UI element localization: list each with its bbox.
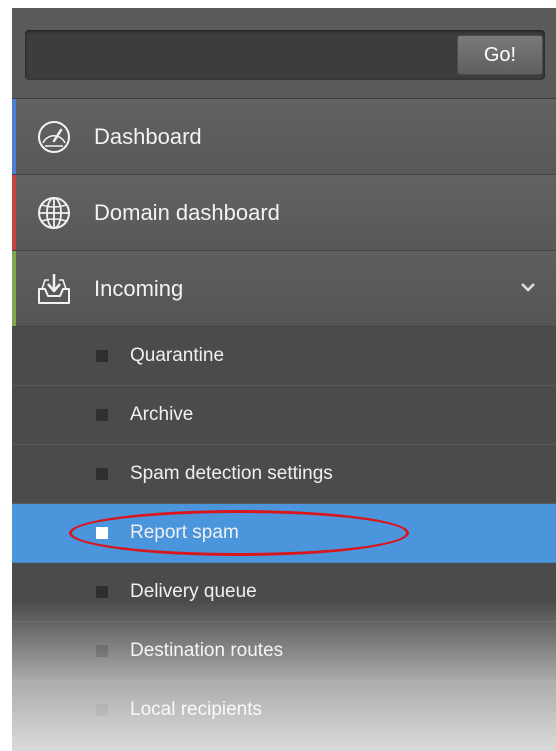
submenu-item-quarantine[interactable]: Quarantine bbox=[12, 327, 556, 386]
submenu-item-destination-routes[interactable]: Destination routes bbox=[12, 622, 556, 681]
menu-item-label: Dashboard bbox=[94, 123, 202, 149]
bullet-icon bbox=[96, 527, 108, 539]
submenu-item-label: Report spam bbox=[130, 522, 239, 543]
incoming-submenu: Quarantine Archive Spam detection settin… bbox=[12, 327, 556, 740]
submenu-item-spam-detection-settings[interactable]: Spam detection settings bbox=[12, 445, 556, 504]
bullet-icon bbox=[96, 350, 108, 362]
submenu-item-local-recipients[interactable]: Local recipients bbox=[12, 681, 556, 740]
bullet-icon bbox=[96, 645, 108, 657]
submenu-item-label: Delivery queue bbox=[130, 581, 257, 602]
search-box: Go! bbox=[25, 30, 545, 80]
accent-bar bbox=[12, 251, 16, 326]
go-button[interactable]: Go! bbox=[457, 35, 543, 75]
search-area: Go! bbox=[12, 8, 556, 99]
accent-bar bbox=[12, 175, 16, 250]
bullet-icon bbox=[96, 586, 108, 598]
menu-item-label: Domain dashboard bbox=[94, 199, 280, 225]
gauge-icon bbox=[34, 117, 74, 157]
bullet-icon bbox=[96, 704, 108, 716]
submenu-item-label: Local recipients bbox=[130, 699, 263, 720]
submenu-item-archive[interactable]: Archive bbox=[12, 386, 556, 445]
submenu-item-label: Spam detection settings bbox=[130, 463, 333, 484]
bullet-icon bbox=[96, 468, 108, 480]
submenu-item-report-spam[interactable]: Report spam bbox=[12, 504, 556, 563]
submenu-item-label: Destination routes bbox=[130, 640, 284, 661]
highlight-ellipse bbox=[69, 510, 409, 556]
menu-item-incoming[interactable]: Incoming bbox=[12, 251, 556, 327]
menu-item-label: Incoming bbox=[94, 275, 184, 301]
chevron-down-icon[interactable] bbox=[518, 277, 538, 297]
sidebar: Go! Dashboard Domain dashboard Incoming … bbox=[12, 8, 556, 751]
menu-item-domain-dashboard[interactable]: Domain dashboard bbox=[12, 175, 556, 251]
globe-icon bbox=[34, 193, 74, 233]
inbox-download-icon bbox=[34, 269, 74, 309]
bullet-icon bbox=[96, 409, 108, 421]
submenu-item-delivery-queue[interactable]: Delivery queue bbox=[12, 563, 556, 622]
submenu-item-label: Archive bbox=[130, 404, 194, 425]
accent-bar bbox=[12, 99, 16, 174]
menu-item-dashboard[interactable]: Dashboard bbox=[12, 99, 556, 175]
search-input[interactable] bbox=[25, 30, 445, 80]
submenu-item-label: Quarantine bbox=[130, 345, 225, 366]
